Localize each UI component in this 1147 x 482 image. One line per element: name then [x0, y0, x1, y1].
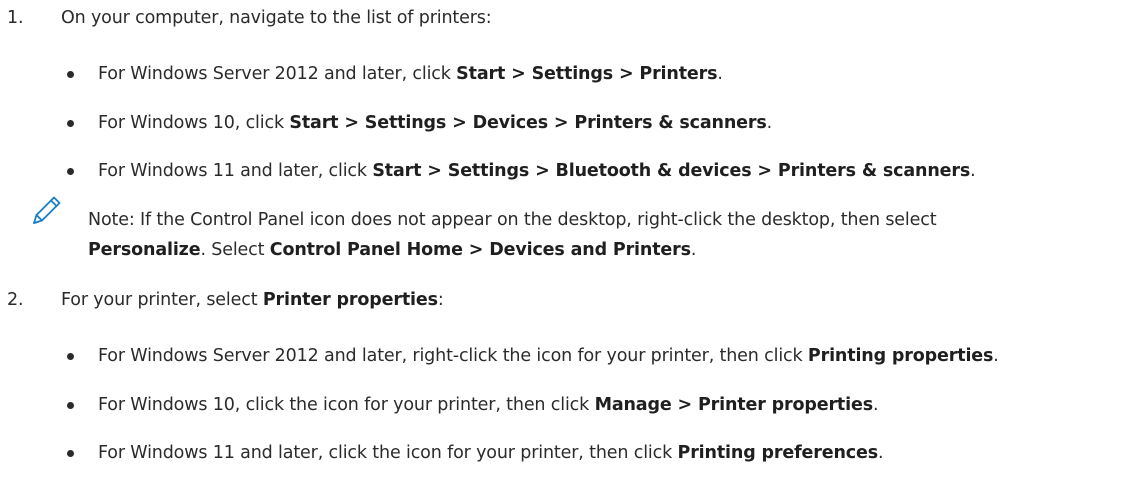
list-item-text: For Windows Server 2012 and later, click…: [98, 64, 723, 84]
list-item-text: For Windows 11 and later, click the icon…: [98, 443, 884, 463]
bullet-icon: [67, 120, 74, 127]
bullet-icon: [67, 353, 74, 360]
list-item-text: For Windows 10, click the icon for your …: [98, 395, 879, 415]
bullet-icon: [67, 402, 74, 409]
list-item-text: For Windows Server 2012 and later, right…: [98, 346, 999, 366]
bullet-icon: [67, 168, 74, 175]
list-item-text: For Windows 11 and later, click Start > …: [98, 161, 976, 181]
step-number: 1.: [7, 8, 24, 28]
step-text: On your computer, navigate to the list o…: [61, 8, 492, 28]
bullet-icon: [67, 71, 74, 78]
list-item-text: For Windows 10, click Start > Settings >…: [98, 113, 773, 133]
bullet-icon: [67, 450, 74, 457]
note-line-1: Note: If the Control Panel icon does not…: [88, 210, 937, 230]
step-text: For your printer, select Printer propert…: [61, 290, 444, 310]
step-number: 2.: [7, 290, 24, 310]
pencil-icon: [33, 196, 61, 224]
